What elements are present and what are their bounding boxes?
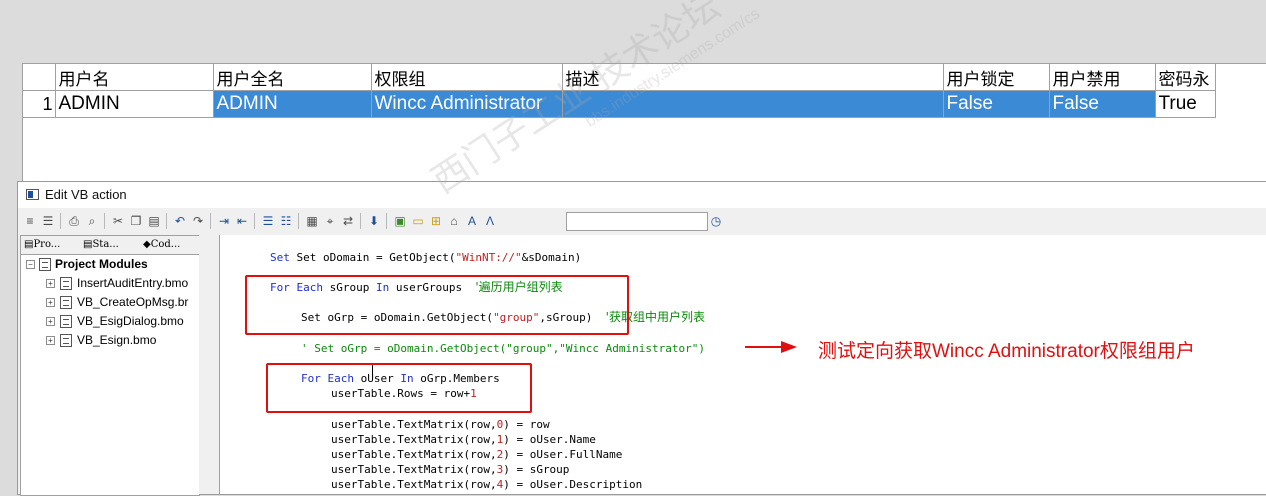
info-icon[interactable]: Λ xyxy=(482,213,498,229)
tab-project[interactable]: ▤Pro... xyxy=(22,237,60,253)
column-header-description[interactable]: 描述 xyxy=(562,64,944,91)
toolbar-divider xyxy=(386,213,387,229)
project-tree-pane: ▤Pro... ▤Sta... ◆Cod... − Project Module… xyxy=(20,235,200,496)
outdent-icon[interactable]: ⇤ xyxy=(234,213,250,229)
comment-icon[interactable]: ☰ xyxy=(260,213,276,229)
expand-icon[interactable]: + xyxy=(46,317,55,326)
syntax-check-icon[interactable]: ⬇ xyxy=(366,213,382,229)
table-header-row: 用户名 用户全名 权限组 描述 用户锁定 用户禁用 密码永 xyxy=(23,64,1216,91)
tab-code[interactable]: ◆Cod... xyxy=(141,237,180,253)
cell-locked[interactable]: False xyxy=(943,90,1050,118)
module-file-icon xyxy=(60,277,72,290)
column-header[interactable] xyxy=(23,64,56,91)
title-bar[interactable]: Edit VB action xyxy=(18,182,1266,208)
annotation-text: 测试定向获取Wincc Administrator权限组用户 xyxy=(818,341,1195,362)
text-cursor xyxy=(372,365,373,379)
column-header-group[interactable]: 权限组 xyxy=(371,64,563,91)
clock-icon[interactable]: ◷ xyxy=(708,213,724,229)
find-icon[interactable]: ⌖ xyxy=(322,213,338,229)
uncomment-icon[interactable]: ☷ xyxy=(278,213,294,229)
row-number[interactable]: 1 xyxy=(23,90,56,118)
highlight-box-loop xyxy=(245,275,629,335)
bookmark-icon[interactable]: ▦ xyxy=(304,213,320,229)
column-header-username[interactable]: 用户名 xyxy=(55,64,214,91)
tab-standard[interactable]: ▤Sta... xyxy=(81,237,119,253)
module-file-icon xyxy=(60,296,72,309)
expand-icon[interactable]: + xyxy=(46,298,55,307)
cell-disabled[interactable]: False xyxy=(1049,90,1156,118)
print-preview-icon[interactable]: ⌕ xyxy=(84,213,100,229)
paste-icon[interactable]: ▤ xyxy=(146,213,162,229)
tree-item-label: InsertAuditEntry.bmo xyxy=(77,276,189,290)
cut-icon[interactable]: ✂ xyxy=(110,213,126,229)
toolbar-combo-box[interactable] xyxy=(566,212,708,231)
toolbar: ≡ ☰ ⎙ ⌕ ✂ ❐ ▤ ↶ ↷ ⇥ ⇤ ☰ ☷ ▦ ⌖ ⇄ ⬇ ▣ ▭ ⊞ … xyxy=(18,208,1266,234)
user-table[interactable]: 用户名 用户全名 权限组 描述 用户锁定 用户禁用 密码永 1 ADMIN AD… xyxy=(22,63,1266,183)
replace-icon[interactable]: ⇄ xyxy=(340,213,356,229)
toolbar-divider xyxy=(60,213,61,229)
code-line: userTable.TextMatrix(row,4) = oUser.Desc… xyxy=(331,478,643,491)
modules-folder-icon xyxy=(39,258,51,271)
undo-icon[interactable]: ↶ xyxy=(172,213,188,229)
cell-description[interactable] xyxy=(562,90,944,118)
cell-password[interactable]: True xyxy=(1155,90,1216,118)
tab-code-icon: ◆ xyxy=(143,239,151,250)
code-line: Set Set oDomain = GetObject("WinNT://"&s… xyxy=(270,251,582,264)
font-icon[interactable]: A xyxy=(464,213,480,229)
dialog-icon[interactable]: ⊞ xyxy=(428,213,444,229)
list-icon[interactable]: ≡ xyxy=(22,213,38,229)
toolbar-divider xyxy=(360,213,361,229)
code-line: userTable.TextMatrix(row,1) = oUser.Name xyxy=(331,433,596,446)
code-line: userTable.TextMatrix(row,2) = oUser.Full… xyxy=(331,448,623,461)
table-row[interactable]: 1 ADMIN ADMIN Wincc Administrator False … xyxy=(23,90,1216,118)
tree-root-label: Project Modules xyxy=(55,257,148,271)
print-icon[interactable]: ⎙ xyxy=(66,213,82,229)
cell-fullname[interactable]: ADMIN xyxy=(213,90,372,118)
align-icon[interactable]: ☰ xyxy=(40,213,56,229)
tag-icon[interactable]: ▣ xyxy=(392,213,408,229)
column-header-disabled[interactable]: 用户禁用 xyxy=(1049,64,1156,91)
tree-item-label: VB_CreateOpMsg.br xyxy=(77,295,189,309)
collapse-icon[interactable]: − xyxy=(26,260,35,269)
highlight-box-members xyxy=(266,363,532,413)
pane-splitter[interactable] xyxy=(199,235,219,494)
window-title: Edit VB action xyxy=(45,187,127,202)
toolbar-divider xyxy=(166,213,167,229)
tree-item-label: VB_Esign.bmo xyxy=(77,333,157,347)
column-header-password[interactable]: 密码永 xyxy=(1155,64,1216,91)
toolbar-divider xyxy=(254,213,255,229)
toolbar-divider xyxy=(104,213,105,229)
code-line-comment: ' Set oGrp = oDomain.GetObject("group","… xyxy=(301,342,705,355)
module-file-icon xyxy=(60,334,72,347)
expand-icon[interactable]: + xyxy=(46,336,55,345)
code-line: userTable.TextMatrix(row,0) = row xyxy=(331,418,550,431)
code-line: userTable.TextMatrix(row,3) = sGroup xyxy=(331,463,570,476)
open-icon[interactable]: ▭ xyxy=(410,213,426,229)
column-header-fullname[interactable]: 用户全名 xyxy=(213,64,372,91)
tab-strip: ▤Pro... ▤Sta... ◆Cod... xyxy=(21,236,199,255)
toolbar-divider xyxy=(210,213,211,229)
module-file-icon xyxy=(60,315,72,328)
copy-icon[interactable]: ❐ xyxy=(128,213,144,229)
toolbar-divider xyxy=(298,213,299,229)
indent-icon[interactable]: ⇥ xyxy=(216,213,232,229)
cell-group[interactable]: Wincc Administrator xyxy=(371,90,563,118)
redo-icon[interactable]: ↷ xyxy=(190,213,206,229)
annotation-arrow xyxy=(745,341,797,353)
tree-item-label: VB_EsigDialog.bmo xyxy=(77,314,184,328)
expand-icon[interactable]: + xyxy=(46,279,55,288)
column-header-locked[interactable]: 用户锁定 xyxy=(943,64,1050,91)
window-icon xyxy=(26,189,39,200)
function-icon[interactable]: ⌂ xyxy=(446,213,462,229)
cell-username[interactable]: ADMIN xyxy=(55,90,214,118)
